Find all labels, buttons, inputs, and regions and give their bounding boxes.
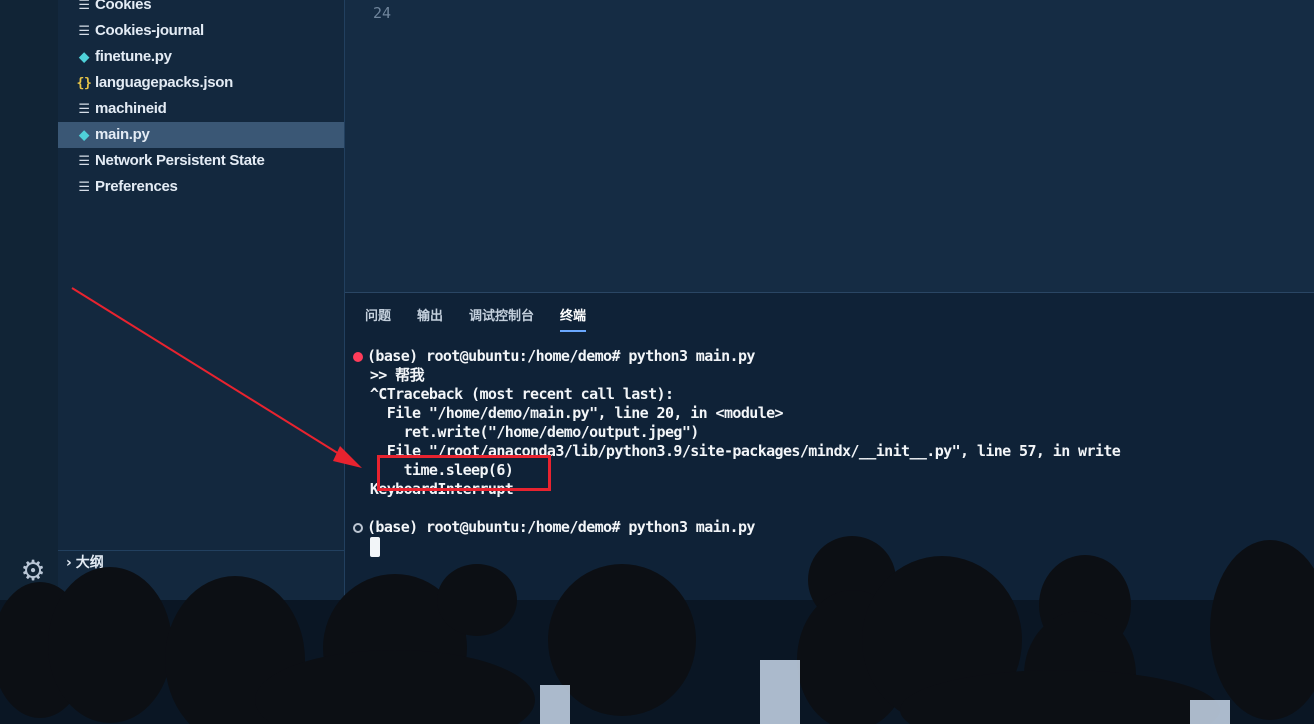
terminal-cursor (369, 537, 380, 557)
file-item-cookies-journal[interactable]: ☰ Cookies-journal (58, 18, 344, 44)
panel-tabs: 问题 输出 调试控制台 终端 (365, 305, 587, 332)
file-item-preferences[interactable]: ☰ Preferences (58, 174, 344, 200)
success-status-icon (353, 522, 363, 533)
terminal-line-text: File "/home/demo/main.py", line 20, in <… (369, 404, 784, 422)
file-name: Network Persistent State (95, 152, 265, 169)
file-item-finetune[interactable]: ◆ finetune.py (58, 44, 344, 70)
text-file-icon: ☰ (78, 180, 90, 195)
python-file-icon: ◆ (79, 127, 89, 142)
settings-gear-icon[interactable]: ⚙ (18, 556, 48, 586)
file-name: machineid (95, 100, 167, 117)
terminal-line: (base) root@ubuntu:/home/demo# python3 m… (353, 347, 1303, 366)
tab-output[interactable]: 输出 (417, 305, 443, 332)
terminal-line: >> 帮我 (353, 366, 1303, 385)
explorer-sidebar: ☰ Cookies ☰ Cookies-journal ◆ finetune.py {… (58, 0, 352, 600)
file-name: finetune.py (95, 48, 172, 65)
annotation-highlight-box (377, 455, 551, 491)
terminal-line: ret.write("/home/demo/output.jpeg") (353, 423, 1303, 442)
file-item-machineid[interactable]: ☰ machineid (58, 96, 344, 122)
file-name: Cookies (95, 0, 152, 13)
tab-debug-console[interactable]: 调试控制台 (469, 305, 534, 332)
bottom-panel: 问题 输出 调试控制台 终端 (base) root@ubuntu:/home/… (345, 293, 1314, 603)
outline-section-header[interactable]: › 大纲 (58, 550, 352, 575)
terminal-line-text: ret.write("/home/demo/output.jpeg") (369, 423, 700, 441)
json-file-icon: {} (76, 76, 92, 91)
terminal-line: File "/home/demo/main.py", line 20, in <… (353, 404, 1303, 423)
line-number: 24 (373, 4, 392, 22)
file-item-cookies[interactable]: ☰ Cookies (58, 0, 344, 18)
file-name: languagepacks.json (95, 74, 233, 91)
screen: ⚙ ☰ Cookies ☰ Cookies-journal ◆ finetune.py… (0, 0, 1314, 724)
text-file-icon: ☰ (78, 102, 90, 117)
chevron-right-icon: › (66, 555, 72, 571)
text-file-icon: ☰ (78, 24, 90, 39)
activity-bar: ⚙ (0, 0, 59, 600)
file-list: ☰ Cookies ☰ Cookies-journal ◆ finetune.py {… (58, 0, 344, 200)
file-item-languagepacks[interactable]: {} languagepacks.json (58, 70, 344, 96)
python-file-icon: ◆ (79, 49, 89, 64)
file-name: main.py (95, 126, 150, 143)
terminal-line: (base) root@ubuntu:/home/demo# python3 m… (353, 518, 1303, 537)
terminal-line-text: (base) root@ubuntu:/home/demo# python3 m… (367, 347, 755, 365)
terminal-output[interactable]: (base) root@ubuntu:/home/demo# python3 m… (353, 347, 1303, 557)
error-status-icon (353, 351, 363, 362)
terminal-line (353, 537, 1303, 557)
terminal-line-text: (base) root@ubuntu:/home/demo# python3 m… (367, 518, 755, 536)
text-file-icon: ☰ (78, 154, 90, 169)
tab-problems[interactable]: 问题 (365, 305, 391, 332)
file-item-main-py[interactable]: ◆ main.py (58, 122, 344, 148)
terminal-line-text: ^CTraceback (most recent call last): (369, 385, 674, 403)
file-name: Preferences (95, 178, 178, 195)
outline-label: 大纲 (75, 555, 104, 571)
file-item-network-persistent-state[interactable]: ☰ Network Persistent State (58, 148, 344, 174)
code-editor[interactable]: 24 (345, 0, 1314, 293)
terminal-line-text: >> 帮我 (369, 366, 425, 384)
tab-terminal[interactable]: 终端 (560, 305, 587, 332)
file-name: Cookies-journal (95, 22, 204, 39)
terminal-line: ^CTraceback (most recent call last): (353, 385, 1303, 404)
text-file-icon: ☰ (78, 0, 90, 13)
